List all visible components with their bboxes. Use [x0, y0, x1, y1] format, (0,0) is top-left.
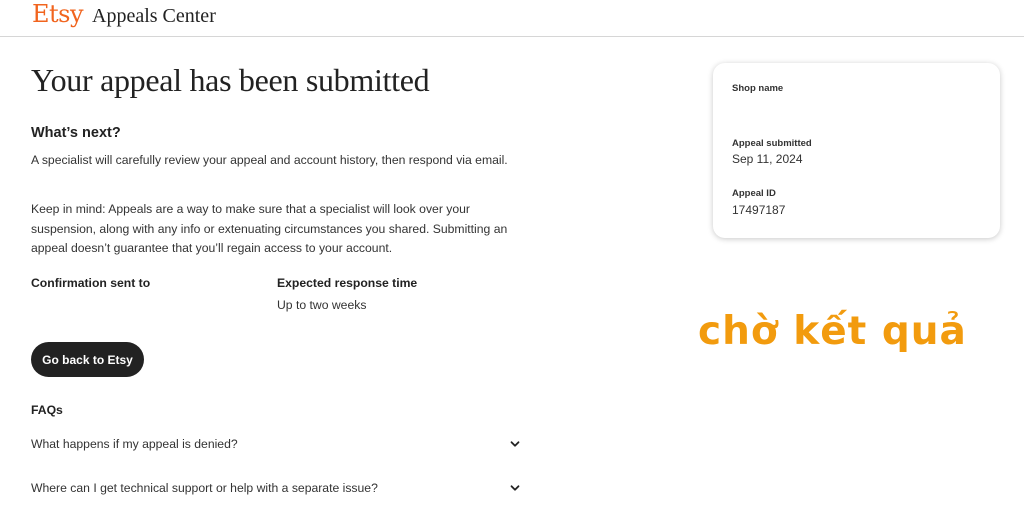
whats-next-paragraph-2: Keep in mind: Appeals are a way to make … [31, 202, 508, 255]
page-title: Your appeal has been submitted [31, 62, 430, 98]
etsy-logo[interactable]: Etsy [32, 0, 84, 28]
faqs-heading: FAQs [31, 403, 63, 417]
shop-name-label: Shop name [732, 83, 784, 94]
confirmation-label: Confirmation sent to [31, 276, 151, 290]
app-title: Appeals Center [92, 5, 216, 27]
faq-question: What happens if my appeal is denied? [31, 437, 238, 451]
faq-item-technical-support[interactable]: Where can I get technical support or hel… [31, 479, 521, 501]
faq-item-appeal-denied[interactable]: What happens if my appeal is denied? [31, 435, 521, 457]
appeal-id-value: 17497187 [732, 203, 786, 217]
faq-question: Where can I get technical support or hel… [31, 481, 378, 495]
top-header: Etsy Appeals Center [0, 0, 1024, 37]
overlay-annotation: chờ kết quả [698, 309, 967, 354]
response-time-value: Up to two weeks [277, 298, 367, 312]
go-back-button[interactable]: Go back to Etsy [31, 342, 144, 377]
whats-next-heading: What’s next? [31, 125, 121, 141]
chevron-down-icon[interactable] [509, 482, 521, 494]
appeal-submitted-value: Sep 11, 2024 [732, 152, 803, 166]
appeal-summary-card: Shop name Appeal submitted Sep 11, 2024 … [713, 63, 1000, 238]
chevron-down-icon[interactable] [509, 438, 521, 450]
appeal-submitted-label: Appeal submitted [732, 138, 812, 149]
appeal-id-label: Appeal ID [732, 188, 776, 199]
whats-next-paragraph-1: A specialist will carefully review your … [31, 153, 508, 167]
response-time-label: Expected response time [277, 276, 418, 290]
